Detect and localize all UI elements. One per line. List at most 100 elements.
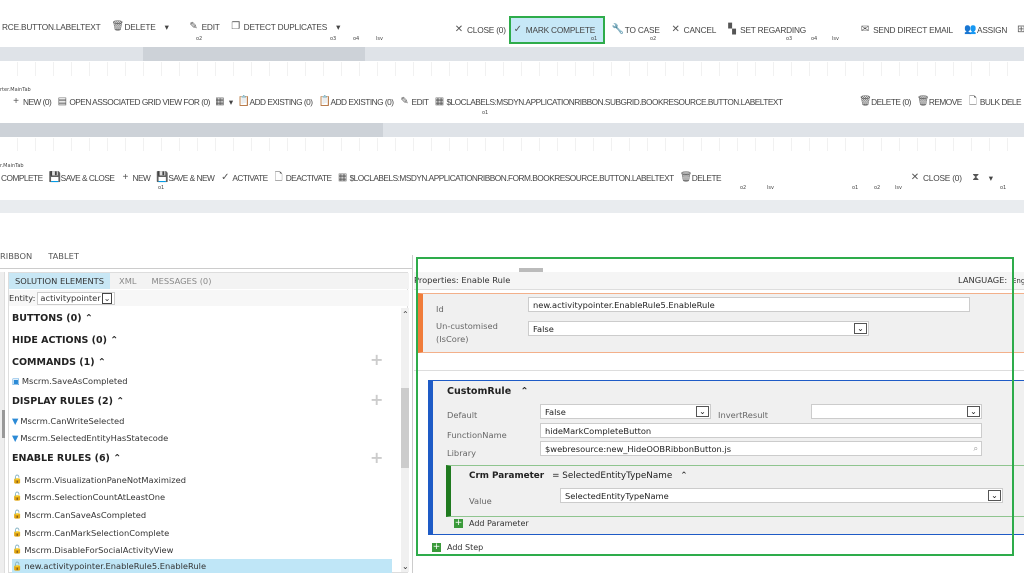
save-new-button[interactable]: 💾 SAVE & NEW — [155, 169, 215, 187]
activate-button[interactable]: ✓ ACTIVATE — [219, 169, 268, 187]
list-item[interactable]: 🔓 Mscrm.CanMarkSelectionComplete — [12, 527, 169, 538]
section-commands[interactable]: COMMANDS (1) ⌃ — [12, 357, 106, 368]
dropdown-arrow-icon[interactable]: ▾ — [165, 22, 169, 32]
detect-duplicates-button[interactable]: ❐ DETECT DUPLICATES — [229, 18, 329, 36]
list-item[interactable]: 🔓 Mscrm.SelectionCountAtLeastOne — [12, 491, 165, 502]
tab-messages[interactable]: MESSAGES (0) — [146, 273, 218, 289]
new-button[interactable]: + NEW — [119, 169, 151, 187]
default-value: False — [545, 407, 566, 417]
function-name-input[interactable]: hideMarkCompleteButton — [540, 423, 982, 438]
delete-button[interactable]: 🗑 DELETE — [679, 169, 722, 187]
list-item[interactable]: ▼ Mscrm.SelectedEntityHasStatecode — [12, 433, 168, 443]
save-close-button[interactable]: 💾 SAVE & CLOSE — [48, 169, 116, 187]
set-regarding-button[interactable]: ▚ SET REGARDING — [725, 21, 808, 39]
save-icon: 💾 — [48, 172, 62, 183]
scrollbar-thumb[interactable] — [401, 388, 409, 468]
chart-icon[interactable]: ▦ — [215, 97, 225, 107]
remove-button[interactable]: 🗑 REMOVE — [916, 93, 963, 111]
item-label: Mscrm.SelectionCountAtLeastOne — [24, 491, 166, 502]
assign-button[interactable]: 👥 ASSIGN — [962, 21, 1009, 39]
add-enable-rule-icon[interactable]: + — [370, 448, 383, 467]
scrollbar[interactable] — [0, 200, 1024, 213]
group-label: o1 — [852, 185, 859, 191]
add-existing-button[interactable]: 📋 ADD EXISTING (0) — [318, 93, 395, 111]
section-hide-actions[interactable]: HIDE ACTIONS (0) ⌃ — [12, 335, 118, 346]
scrollbar[interactable] — [401, 308, 409, 572]
scrollbar-thumb[interactable] — [0, 123, 383, 137]
entity-select[interactable]: activitypointer ⌄ — [37, 291, 116, 305]
scrollbar[interactable] — [0, 47, 1024, 61]
dropdown-arrow-icon[interactable]: ▾ — [336, 22, 340, 32]
group-label: o3 — [786, 36, 793, 42]
edit-button[interactable]: ✎ EDIT — [187, 18, 222, 36]
invert-result-select[interactable]: ⌄ — [811, 404, 982, 419]
library-value: $webresource:new_HideOOBRibbonButton.js — [545, 444, 732, 454]
open-grid-button[interactable]: ▤ OPEN ASSOCIATED GRID VIEW FOR (0) — [56, 93, 211, 111]
lock-icon: 🔓 — [12, 544, 23, 554]
list-item[interactable]: 🔓 Mscrm.DisableForSocialActivityView — [12, 544, 173, 555]
tab-tablet[interactable]: TABLET — [48, 251, 79, 261]
dropdown-arrow-icon[interactable]: ▾ — [229, 97, 233, 107]
close-button[interactable]: ✕ CLOSE (0) — [908, 169, 964, 187]
dropdown-arrow-icon[interactable]: ▾ — [989, 173, 993, 183]
send-direct-email-button[interactable]: ✉ SEND DIRECT EMAIL — [858, 21, 955, 39]
list-item[interactable]: 🔓 Mscrm.CanSaveAsCompleted — [12, 509, 146, 520]
tab-solution-elements[interactable]: SOLUTION ELEMENTS — [9, 273, 111, 289]
crm-parameter-title: Crm Parameter — [469, 471, 545, 481]
function-name-value: hideMarkCompleteButton — [545, 426, 652, 436]
scrollbar-thumb[interactable] — [143, 47, 365, 61]
button-label: DEACTIVATE — [285, 173, 332, 183]
section-enable-rules[interactable]: ENABLE RULES (6) ⌃ — [12, 453, 121, 464]
custom-rule-header[interactable]: CustomRule ⌃ — [447, 386, 528, 397]
list-item[interactable]: ▼ Mscrm.CanWriteSelected — [12, 416, 124, 426]
calendar-icon: ▦ — [434, 96, 445, 107]
default-select[interactable]: False ⌄ — [540, 404, 711, 419]
scroll-up-icon[interactable]: ⌃ — [402, 310, 409, 319]
id-input[interactable]: new.activitypointer.EnableRule5.EnableRu… — [528, 297, 970, 312]
book-resource-button[interactable]: ▦ $LOCLABELS:MSDYN.APPLICATIONRIBBON.SUBG… — [433, 93, 783, 111]
delete-button[interactable]: 🗑 DELETE — [110, 18, 158, 36]
add-command-icon[interactable]: + — [370, 350, 383, 369]
deactivate-button[interactable]: 🗋 DEACTIVATE — [273, 169, 333, 187]
scroll-down-icon[interactable]: ⌄ — [402, 562, 409, 571]
add-display-rule-icon[interactable]: + — [370, 390, 383, 409]
button-label: EDIT — [411, 97, 429, 107]
add-existing-button[interactable]: 📋 ADD EXISTING (0) — [237, 93, 314, 111]
hierarchy-icon[interactable]: ⊞ — [1016, 25, 1024, 35]
section-buttons[interactable]: BUTTONS (0) ⌃ — [12, 313, 93, 324]
group-label: o2 — [650, 36, 657, 42]
deactivate-icon: 🗋 — [274, 172, 283, 183]
check-icon: ✓ — [221, 172, 230, 183]
hourglass-icon[interactable]: ⧗ — [971, 173, 981, 183]
crm-parameter-header[interactable]: Crm Parameter = SelectedEntityTypeName ⌃ — [469, 471, 688, 481]
ribbon-1-right: ✕ CLOSE (0) ✓ MARK COMPLETE 🔧 TO CASE ✕ CANC… — [452, 16, 1024, 44]
library-input[interactable]: $webresource:new_HideOOBRibbonButton.js ⌕ — [540, 441, 982, 456]
list-item[interactable]: ▣ Mscrm.SaveAsCompleted — [12, 376, 128, 386]
complete-button[interactable]: COMPLETE — [0, 169, 44, 187]
add-step-button[interactable]: + Add Step — [432, 543, 483, 552]
tab-xml[interactable]: XML — [110, 273, 145, 289]
list-item-selected[interactable]: 🔓 new.activitypointer.EnableRule5.EnableR… — [12, 559, 392, 573]
uncustomised-select[interactable]: False ⌄ — [528, 321, 869, 336]
list-item[interactable]: 🔓 Mscrm.VisualizationPaneNotMaximized — [12, 474, 186, 485]
button-label: COMPLETE — [1, 173, 43, 183]
language-value[interactable]: Eng — [1012, 277, 1024, 285]
section-display-rules[interactable]: DISPLAY RULES (2) ⌃ — [12, 396, 124, 407]
search-icon[interactable]: ⌕ — [973, 443, 978, 454]
delete-button[interactable]: 🗑 DELETE (0) — [858, 93, 912, 111]
bulk-delete-button[interactable]: 🗋 BULK DELE — [967, 93, 1022, 111]
tab-ribbon[interactable]: RIBBON — [0, 251, 32, 261]
chevron-down-icon: ⌄ — [696, 406, 709, 417]
mark-complete-button[interactable]: ✓ MARK COMPLETE — [508, 16, 605, 44]
group-label: o4 — [811, 36, 818, 42]
edit-button[interactable]: ✎ EDIT — [399, 93, 430, 111]
add-parameter-button[interactable]: + Add Parameter — [454, 519, 529, 528]
entity-label: Entity: — [9, 293, 36, 303]
book-resource-button[interactable]: ▦ $LOCLABELS:MSDYN.APPLICATIONRIBBON.FORM… — [337, 169, 675, 187]
ribbon-button[interactable]: RCE.BUTTON.LABELTEXT — [0, 18, 103, 36]
cancel-button[interactable]: ✕ CANCEL — [669, 21, 718, 39]
close-button[interactable]: ✕ CLOSE (0) — [452, 21, 508, 39]
scrollbar[interactable] — [0, 123, 1024, 137]
new-button[interactable]: + NEW (0) — [10, 93, 52, 111]
value-select[interactable]: SelectedEntityTypeName ⌄ — [560, 488, 1003, 503]
